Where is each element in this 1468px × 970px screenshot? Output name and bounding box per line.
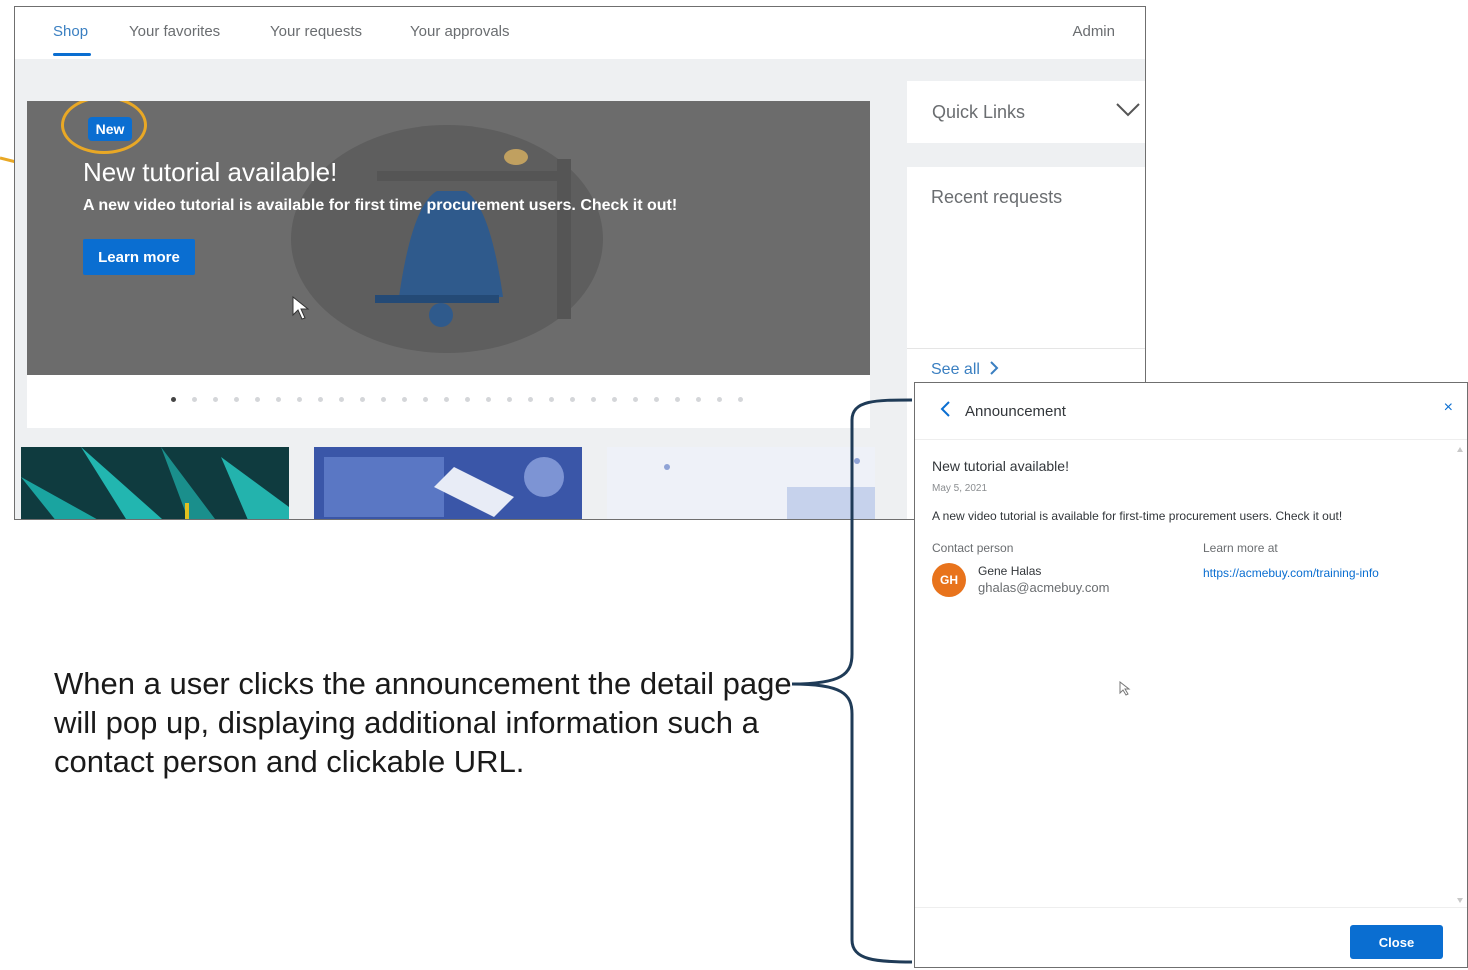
- carousel-dot[interactable]: [465, 397, 470, 402]
- carousel-dot[interactable]: [402, 397, 407, 402]
- carousel-dot[interactable]: [696, 397, 701, 402]
- curly-brace-connector: [791, 398, 913, 964]
- carousel-dot[interactable]: [486, 397, 491, 402]
- carousel-dot[interactable]: [738, 397, 743, 402]
- contact-email: ghalas@acmebuy.com: [978, 580, 1110, 595]
- learn-more-label: Learn more at: [1203, 541, 1278, 555]
- top-navigation: Shop Your favorites Your requests Your a…: [15, 7, 1145, 59]
- avatar: GH: [932, 563, 966, 597]
- announcement-body: A new video tutorial is available for fi…: [932, 509, 1343, 523]
- carousel-dots[interactable]: [27, 397, 870, 409]
- announcement-carousel: New New tutorial available! A new video …: [27, 101, 870, 428]
- announcement-dialog: Announcement × New tutorial available! M…: [914, 382, 1468, 968]
- new-badge: New: [88, 117, 132, 141]
- carousel-dot[interactable]: [633, 397, 638, 402]
- dialog-header: Announcement ×: [915, 383, 1467, 440]
- quick-links-panel[interactable]: Quick Links: [907, 81, 1145, 143]
- see-all-label: See all: [931, 361, 980, 378]
- thumbnail-keyboard[interactable]: [314, 447, 582, 519]
- category-thumbnails: [21, 447, 891, 519]
- carousel-dot[interactable]: [717, 397, 722, 402]
- banner-title: New tutorial available!: [83, 157, 338, 187]
- close-icon[interactable]: ×: [1444, 399, 1453, 417]
- carousel-dot[interactable]: [591, 397, 596, 402]
- cursor-icon: [292, 295, 310, 320]
- thumbnail-leaves[interactable]: [21, 447, 289, 519]
- close-button[interactable]: Close: [1350, 925, 1443, 959]
- active-tab-indicator: [53, 53, 91, 56]
- carousel-dot[interactable]: [654, 397, 659, 402]
- chevron-right-icon: [990, 361, 999, 375]
- banner-subtitle: A new video tutorial is available for fi…: [83, 197, 678, 214]
- carousel-dot[interactable]: [675, 397, 680, 402]
- contact-name: Gene Halas: [978, 564, 1042, 578]
- carousel-dot[interactable]: [171, 397, 176, 402]
- back-chevron-icon[interactable]: [939, 400, 953, 418]
- tab-shop[interactable]: Shop: [53, 23, 88, 40]
- carousel-dot[interactable]: [570, 397, 575, 402]
- tab-your-requests[interactable]: Your requests: [270, 23, 362, 40]
- announcement-banner[interactable]: New New tutorial available! A new video …: [27, 101, 870, 375]
- carousel-dot[interactable]: [192, 397, 197, 402]
- see-all-link[interactable]: See all: [931, 361, 1000, 379]
- carousel-dot[interactable]: [444, 397, 449, 402]
- recent-requests-label: Recent requests: [931, 187, 1063, 207]
- carousel-dot[interactable]: [612, 397, 617, 402]
- carousel-dot[interactable]: [339, 397, 344, 402]
- contact-person-label: Contact person: [932, 541, 1014, 555]
- carousel-dot[interactable]: [528, 397, 533, 402]
- carousel-dot[interactable]: [549, 397, 554, 402]
- carousel-dot[interactable]: [276, 397, 281, 402]
- carousel-dot[interactable]: [234, 397, 239, 402]
- announcement-date: May 5, 2021: [932, 483, 988, 494]
- carousel-dot[interactable]: [318, 397, 323, 402]
- quick-links-label: Quick Links: [932, 102, 1026, 122]
- carousel-dot[interactable]: [255, 397, 260, 402]
- learn-more-button[interactable]: Learn more: [83, 239, 195, 275]
- carousel-dot[interactable]: [423, 397, 428, 402]
- carousel-dot[interactable]: [381, 397, 386, 402]
- tab-your-favorites[interactable]: Your favorites: [129, 23, 220, 40]
- cursor-icon: [1119, 681, 1131, 696]
- carousel-dot[interactable]: [297, 397, 302, 402]
- dialog-footer: Close: [915, 907, 1467, 970]
- dialog-scrollbar[interactable]: [1457, 447, 1463, 903]
- chevron-down-icon[interactable]: [1115, 101, 1141, 119]
- carousel-dot[interactable]: [507, 397, 512, 402]
- admin-link[interactable]: Admin: [1072, 23, 1115, 40]
- divider: [907, 348, 1145, 349]
- bell-illustration: [291, 125, 603, 353]
- explanation-caption: When a user clicks the announcement the …: [54, 666, 792, 779]
- tab-your-approvals[interactable]: Your approvals: [410, 23, 510, 40]
- dialog-title: Announcement: [965, 403, 1066, 420]
- learn-more-url-link[interactable]: https://acmebuy.com/training-info: [1203, 566, 1379, 580]
- carousel-dot[interactable]: [360, 397, 365, 402]
- carousel-dot[interactable]: [213, 397, 218, 402]
- announcement-title: New tutorial available!: [932, 458, 1069, 474]
